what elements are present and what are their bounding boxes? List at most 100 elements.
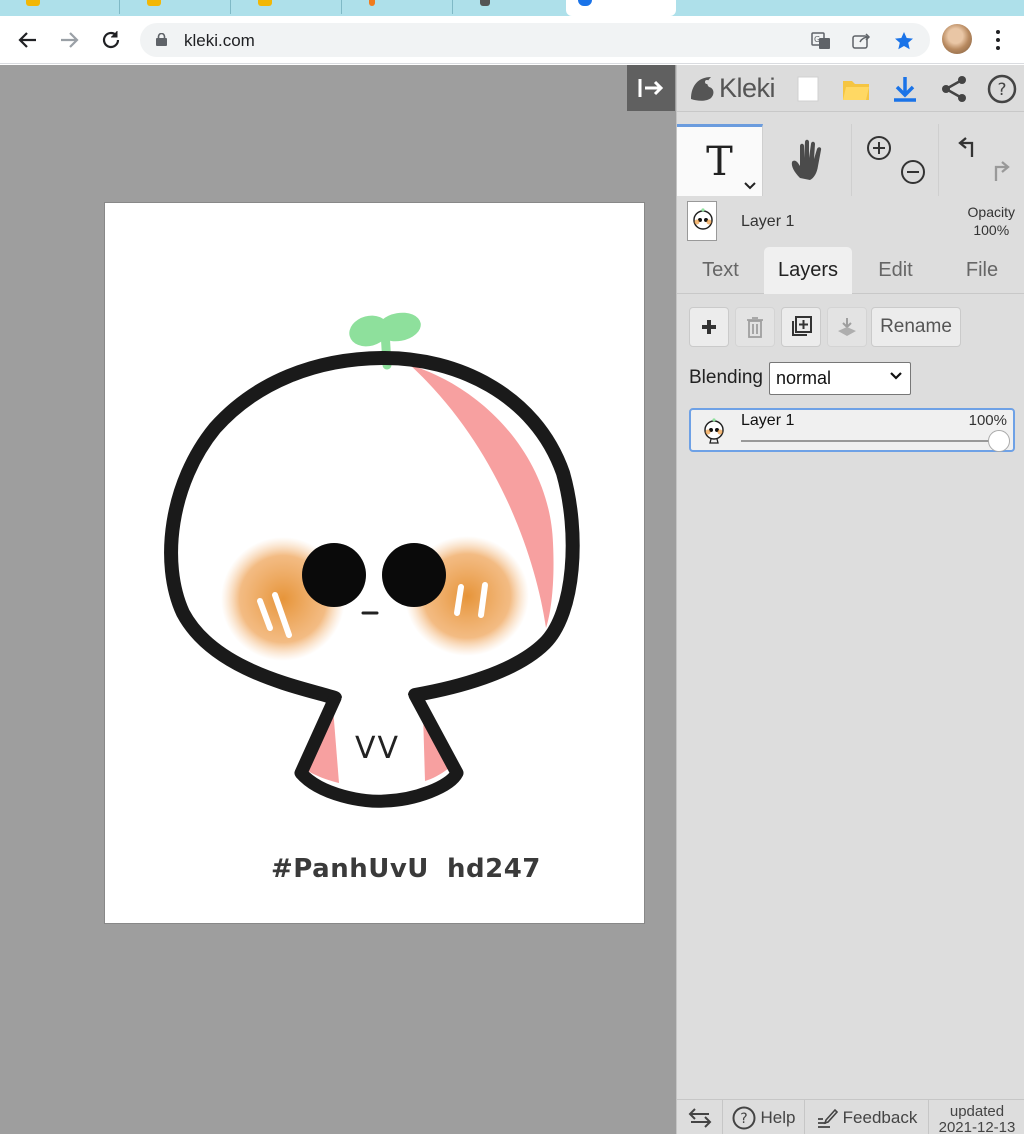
download-icon [894, 77, 916, 102]
browser-toolbar: kleki.com G [0, 16, 1024, 64]
new-file-icon [797, 76, 819, 102]
eye-right [382, 543, 446, 607]
url-text: kleki.com [184, 31, 255, 50]
browser-tab[interactable] [454, 0, 564, 14]
new-image-button[interactable] [791, 72, 825, 106]
blending-label: Blending [689, 367, 763, 388]
translate-icon[interactable]: G [810, 30, 832, 52]
updated-label: updated [949, 1103, 1005, 1120]
trash-icon [747, 317, 763, 338]
logo-text: Kleki [719, 72, 776, 103]
blending-row: Blending normal [689, 361, 911, 395]
head-outline [164, 350, 580, 705]
site-favicon-icon [480, 0, 490, 6]
feedback-label: Feedback [842, 1107, 918, 1127]
text-tool-button[interactable]: T [677, 124, 763, 196]
profile-avatar[interactable] [942, 24, 972, 54]
layer-item-name: Layer 1 [741, 412, 795, 429]
forward-button[interactable] [55, 26, 83, 54]
svg-text:G: G [814, 35, 820, 44]
canvas-workspace[interactable]: VV #PanhUvU hd247 [0, 65, 676, 1134]
bookmark-star-icon[interactable] [893, 30, 915, 52]
analytics-favicon-icon [258, 0, 272, 6]
toggle-panel-button[interactable] [627, 65, 675, 111]
kleki-logo[interactable]: Kleki [687, 71, 776, 105]
panel-header: Kleki ? [677, 65, 1024, 112]
add-layer-button[interactable] [689, 307, 729, 347]
browser-menu-icon[interactable] [988, 28, 1008, 52]
collapse-panel-icon [638, 79, 664, 97]
chest-text: VV [355, 731, 400, 766]
rename-layer-button[interactable]: Rename [871, 307, 961, 347]
reload-button[interactable] [97, 26, 125, 54]
tab-file[interactable]: File [939, 247, 1024, 294]
browser-tab[interactable] [121, 0, 231, 14]
caption-hashtag: #PanhUvU [271, 854, 429, 884]
zoom-in-icon[interactable] [865, 134, 893, 162]
text-tool-icon: T [706, 138, 733, 185]
analytics-favicon-icon [26, 0, 40, 6]
layer-opacity-slider-handle[interactable] [988, 430, 1010, 452]
duplicate-icon [792, 316, 812, 336]
lock-icon [156, 33, 167, 46]
browser-tab[interactable] [0, 0, 120, 14]
help-label: Help [760, 1107, 796, 1127]
chevron-down-icon[interactable] [744, 182, 756, 190]
analytics-favicon-icon [147, 0, 161, 6]
svg-text:?: ? [740, 1111, 747, 1127]
browser-tab[interactable] [343, 0, 453, 14]
blending-value: normal [775, 367, 831, 388]
drawing-canvas[interactable]: VV #PanhUvU hd247 [104, 202, 645, 924]
share-page-icon[interactable] [851, 30, 873, 52]
updated-info[interactable]: updated 2021-12-13 [929, 1100, 1024, 1134]
help-icon: ? [987, 74, 1017, 104]
svg-text:?: ? [997, 80, 1006, 100]
share-button[interactable] [937, 72, 971, 106]
layer-item-opacity: 100% [968, 412, 1007, 429]
google-favicon-icon [578, 0, 592, 6]
delete-layer-button[interactable] [735, 307, 775, 347]
undo-redo-buttons [940, 124, 1024, 196]
address-bar[interactable]: kleki.com G [140, 23, 930, 57]
opacity-value: 100% [973, 222, 1010, 238]
hand-tool-button[interactable] [764, 124, 852, 196]
tab-edit[interactable]: Edit [852, 247, 939, 294]
panel-tabs: Text Layers Edit File [677, 247, 1024, 294]
opacity-label: Opacity [967, 204, 1015, 220]
help-button[interactable]: ? [985, 72, 1019, 106]
tab-layers[interactable]: Layers [764, 247, 852, 294]
redo-icon[interactable] [986, 158, 1014, 186]
back-button[interactable] [14, 26, 42, 54]
folder-icon [843, 81, 869, 100]
zoom-buttons [853, 124, 939, 196]
current-layer-name: Layer 1 [741, 213, 795, 230]
tab-text[interactable]: Text [677, 247, 764, 294]
mascot-drawing: VV [164, 312, 580, 808]
swap-arrows-icon [688, 1107, 711, 1128]
browser-tab[interactable] [232, 0, 342, 14]
feedback-pen-icon [817, 1108, 838, 1128]
blending-select[interactable]: normal [768, 361, 911, 395]
zoom-out-icon[interactable] [899, 158, 927, 186]
current-layer-info: Layer 1 Opacity 100% [677, 197, 1024, 245]
updated-date: 2021-12-13 [938, 1119, 1016, 1134]
help-link[interactable]: ? Help [723, 1100, 805, 1134]
tool-panel: Kleki ? T Layer 1 Opacity 100% Text Laye… [676, 65, 1024, 1134]
back-arrow-icon [18, 32, 36, 48]
hand-icon [791, 139, 821, 180]
undo-icon[interactable] [954, 134, 982, 162]
open-image-button[interactable] [839, 72, 873, 106]
merge-layer-button[interactable] [827, 307, 867, 347]
duplicate-layer-button[interactable] [781, 307, 821, 347]
swap-side-button[interactable] [677, 1100, 723, 1134]
save-image-button[interactable] [888, 72, 922, 106]
layer-item-thumbnail [699, 415, 729, 447]
share-icon [942, 76, 966, 102]
layer-opacity-slider[interactable] [741, 440, 1003, 442]
browser-tab-active[interactable] [566, 0, 676, 16]
tool-row: T [677, 124, 1024, 196]
layer-list-item[interactable]: Layer 1 100% [689, 408, 1015, 452]
caption-handle: hd247 [447, 854, 541, 884]
current-layer-opacity: Opacity 100% [968, 203, 1015, 239]
feedback-link[interactable]: Feedback [805, 1100, 929, 1134]
